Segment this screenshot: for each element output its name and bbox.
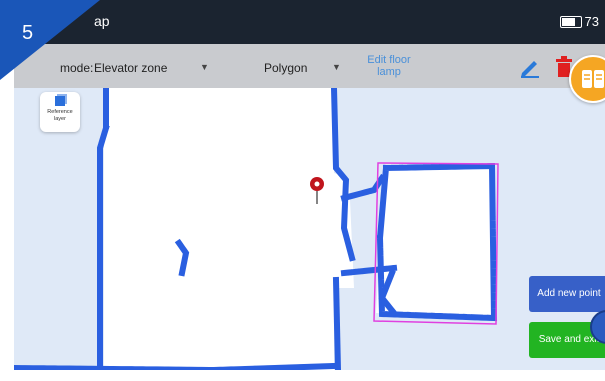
battery-indicator: 73 [559,14,599,29]
dropdown-arrow-icon[interactable]: ▼ [332,62,341,72]
status-bar: ap 73 [14,0,605,44]
toolbar: mode: Elevator zone ▼ Polygon ▼ Edit flo… [14,44,605,88]
pencil-icon[interactable] [519,56,541,78]
reference-layer-button[interactable]: Reference layer [40,92,80,132]
edit-floor-lamp-link[interactable]: Edit floor lamp [354,54,424,78]
zone-dropdown[interactable]: Elevator zone [94,61,167,75]
mode-label: mode: [60,61,94,75]
add-new-point-button[interactable]: Add new point [529,276,605,312]
app-title: ap [94,13,110,29]
shape-dropdown[interactable]: Polygon [264,61,307,75]
floor-map[interactable] [14,88,605,370]
reference-layer-label2: layer [54,116,66,122]
battery-icon [559,15,582,28]
book-icon[interactable] [569,55,605,103]
battery-text: 73 [584,14,599,29]
device-screen: ap 73 mode: Elevator zone ▼ Polygon ▼ Ed… [14,0,605,370]
dropdown-arrow-icon[interactable]: ▼ [200,62,209,72]
reference-layer-icon [55,96,65,106]
edit-label-line2: lamp [377,66,401,78]
step-number: 5 [22,22,34,44]
reference-layer-label1: Reference [47,109,73,115]
edit-label-line1: Edit floor [367,54,411,66]
